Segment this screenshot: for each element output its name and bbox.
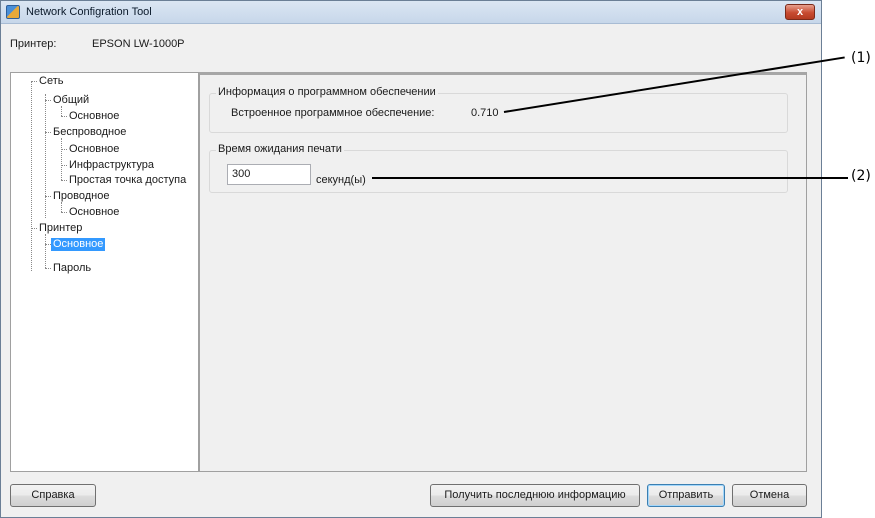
app-icon — [6, 5, 20, 19]
settings-tree[interactable]: Сеть Общий Основное Беспроводное Основно… — [10, 72, 199, 472]
printer-name: EPSON LW-1000P — [92, 38, 185, 50]
title-bar[interactable]: Network Configration Tool x — [1, 1, 821, 24]
tree-item-wired-basic[interactable]: Основное — [69, 206, 119, 219]
close-button[interactable]: x — [785, 4, 815, 20]
tree-item-general-basic[interactable]: Основное — [69, 110, 119, 123]
firmware-group-title: Информация о программном обеспечении — [216, 86, 438, 98]
tree-item-wireless[interactable]: Беспроводное — [53, 126, 126, 139]
tree-item-general[interactable]: Общий — [53, 94, 89, 107]
firmware-label: Встроенное программное обеспечение: — [231, 107, 435, 119]
print-timeout-input[interactable]: 300 — [227, 164, 311, 185]
tree-item-printer[interactable]: Принтер — [39, 222, 82, 235]
tree-item-wired[interactable]: Проводное — [53, 190, 109, 203]
help-button[interactable]: Справка — [10, 484, 96, 507]
tree-item-simple-ap[interactable]: Простая точка доступа — [69, 174, 186, 187]
send-button[interactable]: Отправить — [647, 484, 725, 507]
cancel-button[interactable]: Отмена — [732, 484, 807, 507]
tree-item-wireless-basic[interactable]: Основное — [69, 143, 119, 156]
printer-label: Принтер: — [10, 38, 57, 50]
window-title: Network Configration Tool — [26, 6, 152, 18]
tree-item-printer-basic[interactable]: Основное — [51, 238, 106, 251]
app-window: Network Configration Tool x Принтер: EPS… — [0, 0, 822, 518]
tree-item-network[interactable]: Сеть — [39, 75, 63, 88]
print-timeout-group-title: Время ожидания печати — [216, 143, 344, 155]
firmware-version: 0.710 — [471, 107, 499, 119]
seconds-unit-label: секунд(ы) — [316, 174, 366, 186]
callout-2-line — [372, 177, 848, 179]
tree-item-infrastructure[interactable]: Инфраструктура — [69, 159, 154, 172]
get-latest-info-button[interactable]: Получить последнюю информацию — [430, 484, 640, 507]
callout-1-label: (1) — [851, 50, 871, 66]
tree-item-password[interactable]: Пароль — [53, 262, 91, 275]
callout-2-label: (2) — [851, 168, 871, 184]
